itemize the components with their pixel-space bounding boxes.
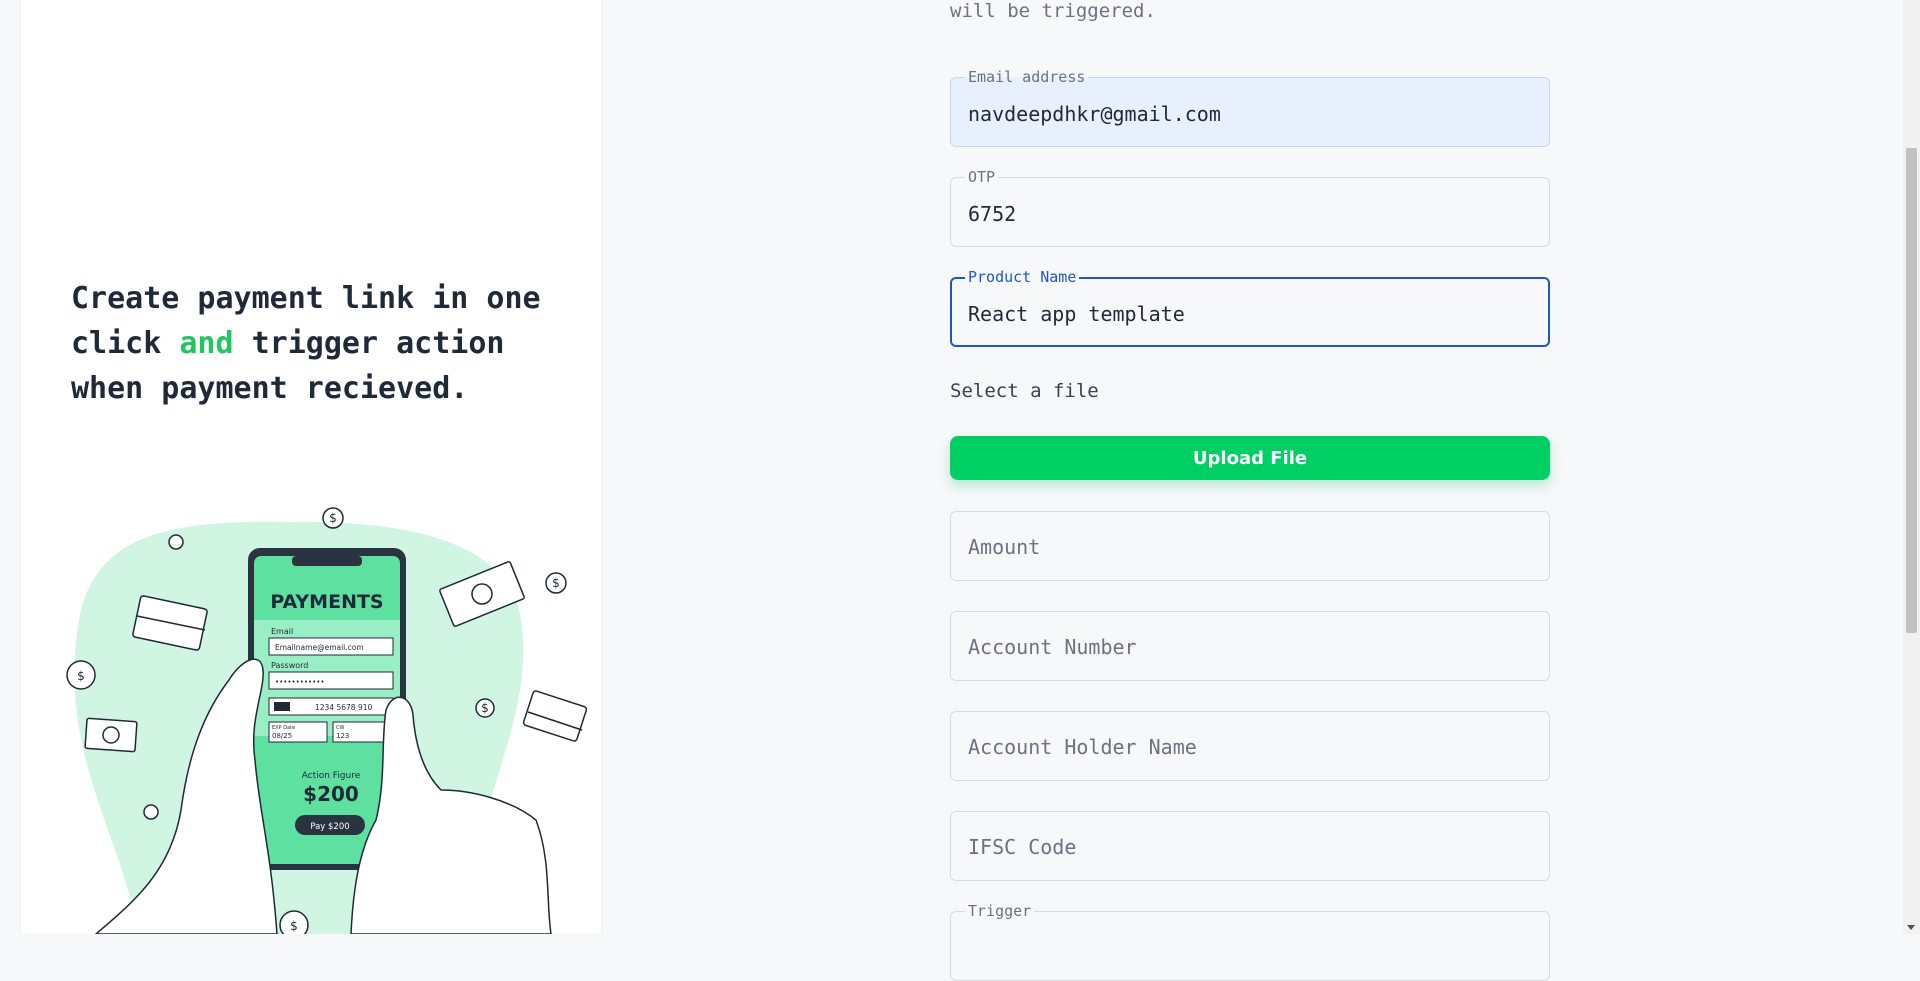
account-number-field[interactable]: Account Number (950, 611, 1550, 681)
otp-field[interactable]: OTP 6752 (950, 169, 1550, 247)
amount-placeholder: Amount (968, 535, 1041, 559)
phone-card-number: 1234 5678 910 (315, 703, 372, 712)
coin-symbol: $ (329, 511, 337, 525)
ifsc-code-field[interactable]: IFSC Code (950, 811, 1550, 881)
phone-cvv-value: 123 (336, 732, 349, 740)
card-chip-icon (274, 702, 290, 711)
account-holder-name-placeholder: Account Holder Name (968, 735, 1197, 759)
coin-symbol: $ (77, 669, 85, 683)
hero-headline: Create payment link in one click and tri… (71, 276, 571, 411)
email-field-label: Email address (965, 69, 1089, 85)
email-field-value: navdeepdhkr@gmail.com (968, 102, 1221, 126)
phone-payments-title: PAYMENTS (270, 591, 383, 613)
phone-cvv-label: CW (336, 725, 344, 731)
upload-file-button[interactable]: Upload File (950, 436, 1550, 480)
form-intro-text: will be triggered. (950, 0, 1156, 22)
page-scrollbar[interactable] (1903, 0, 1920, 934)
phone-email-value: Emailname@email.com (275, 643, 364, 652)
product-name-field[interactable]: Product Name React app template (950, 269, 1550, 347)
trigger-label: Trigger (965, 903, 1035, 919)
phone-email-label: Email (271, 627, 293, 636)
trigger-select[interactable]: Trigger (950, 903, 1550, 981)
otp-field-value: 6752 (968, 202, 1017, 226)
headline-accent: and (179, 326, 234, 361)
phone-product-label: Action Figure (302, 771, 361, 781)
account-holder-name-field[interactable]: Account Holder Name (950, 711, 1550, 781)
account-number-placeholder: Account Number (968, 635, 1137, 659)
ifsc-code-placeholder: IFSC Code (968, 835, 1077, 859)
phone-notch (292, 556, 362, 566)
product-name-field-label: Product Name (965, 269, 1080, 285)
phone-password-label: Password (271, 661, 308, 670)
phone-pay-label: Pay $200 (310, 822, 349, 832)
coin-symbol: $ (481, 701, 489, 715)
select-file-label: Select a file (950, 380, 1099, 402)
amount-field[interactable]: Amount (950, 511, 1550, 581)
coin-symbol: $ (290, 919, 298, 933)
payments-illustration: $ $ $ $ $ PAYMENTS Email Emailname@email… (66, 507, 588, 934)
scroll-down-arrow-icon[interactable] (1907, 925, 1915, 930)
phone-exp-label: EXP Date (272, 725, 295, 731)
product-name-field-value: React app template (968, 302, 1185, 326)
email-field[interactable]: Email address navdeepdhkr@gmail.com (950, 69, 1550, 147)
phone-exp-value: 08/25 (272, 732, 292, 740)
phone-password-value: •••••••••••• (275, 678, 325, 686)
otp-field-label: OTP (965, 169, 999, 185)
coin-symbol: $ (552, 576, 560, 590)
phone-price: $200 (303, 782, 359, 806)
scrollbar-thumb[interactable] (1906, 148, 1917, 633)
hero-panel: Create payment link in one click and tri… (20, 0, 602, 934)
